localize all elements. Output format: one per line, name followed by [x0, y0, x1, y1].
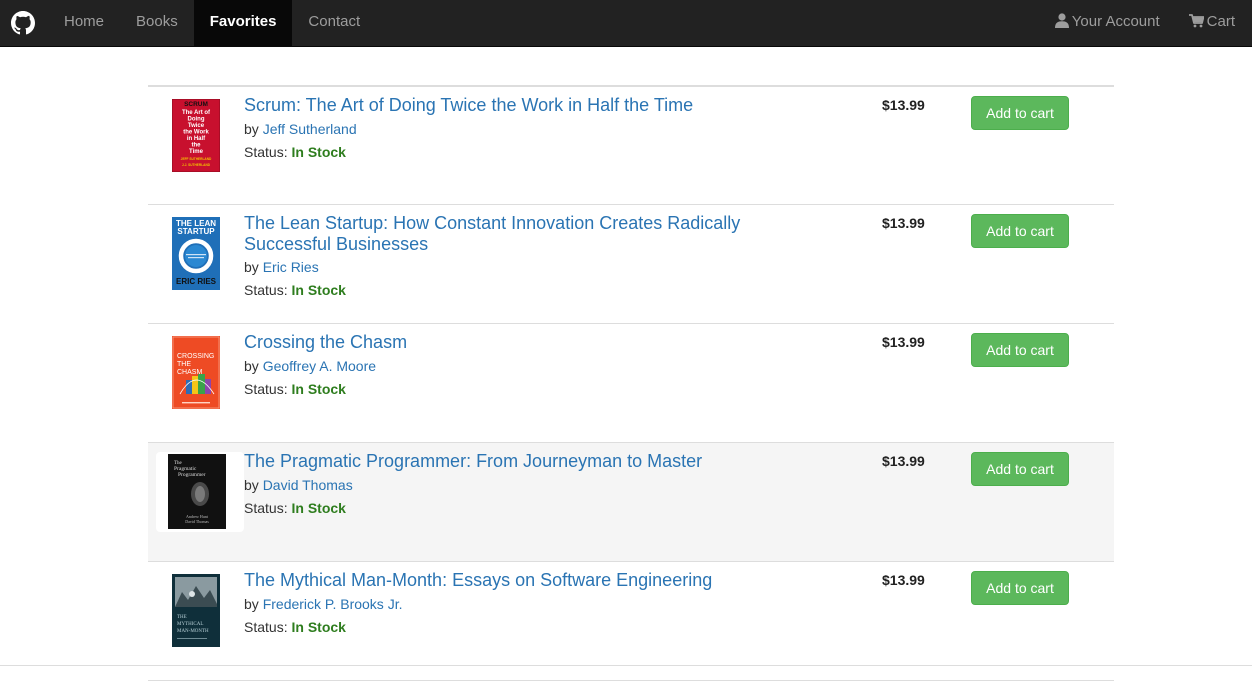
by-label: by — [244, 358, 259, 374]
nav-books[interactable]: Books — [120, 0, 194, 46]
list-bottom-divider — [0, 665, 1252, 666]
shopping-cart-icon — [1188, 14, 1204, 28]
nav-contact[interactable]: Contact — [292, 0, 376, 46]
main-nav: Home Books Favorites Contact — [48, 0, 376, 46]
add-to-cart-button[interactable]: Add to cart — [971, 333, 1069, 367]
by-label: by — [244, 596, 259, 612]
top-navbar: Home Books Favorites Contact Your Accoun… — [0, 0, 1252, 47]
book-cover-frame: The Pragmatic Programmer Andrew Hunt Dav… — [156, 452, 244, 532]
in-stock-badge: In Stock — [291, 381, 346, 397]
book-cover-pragmatic-programmer[interactable]: The Pragmatic Programmer Andrew Hunt Dav… — [168, 454, 226, 529]
in-stock-badge: In Stock — [291, 282, 346, 298]
nav-your-account[interactable]: Your Account — [1041, 0, 1175, 46]
nav-cart[interactable]: Cart — [1175, 0, 1252, 46]
svg-text:THE: THE — [177, 361, 191, 368]
svg-text:David Thomas: David Thomas — [185, 519, 209, 524]
by-label: by — [244, 121, 259, 137]
book-price: $13.99 — [882, 215, 925, 231]
svg-text:in Half: in Half — [187, 136, 206, 142]
svg-text:The Art of: The Art of — [182, 110, 211, 116]
author-link[interactable]: Jeff Sutherland — [263, 121, 357, 137]
svg-text:CROSSING: CROSSING — [177, 353, 214, 360]
book-row: CROSSING THE CHASM Crossing the Chasm by… — [148, 324, 1114, 443]
account-nav: Your Account Cart — [1041, 0, 1252, 46]
nav-home[interactable]: Home — [48, 0, 120, 46]
svg-text:MYTHICAL: MYTHICAL — [177, 622, 203, 627]
book-cover-frame: SCRUM The Art of Doing Twice the Work in… — [156, 96, 244, 176]
book-cover-frame: CROSSING THE CHASM — [156, 333, 244, 413]
svg-text:J.J. SUTHERLAND: J.J. SUTHERLAND — [182, 163, 211, 167]
cart-label: Cart — [1206, 13, 1235, 30]
svg-text:ERIC RIES: ERIC RIES — [176, 277, 217, 286]
by-label: by — [244, 477, 259, 493]
add-to-cart-button[interactable]: Add to cart — [971, 214, 1069, 248]
in-stock-badge: In Stock — [291, 500, 346, 516]
status-label: Status: — [244, 144, 288, 160]
svg-text:Twice: Twice — [188, 123, 205, 129]
book-price: $13.99 — [882, 453, 925, 469]
book-cover-frame: THE MYTHICAL MAN-MONTH — [156, 571, 244, 651]
book-cover-lean-startup[interactable]: THE LEAN STARTUP ERIC RIES — [172, 217, 220, 290]
book-status: Status: In Stock — [244, 282, 346, 298]
author-link[interactable]: Frederick P. Brooks Jr. — [263, 596, 403, 612]
book-row: SCRUM The Art of Doing Twice the Work in… — [148, 87, 1114, 205]
svg-text:the: the — [192, 143, 202, 149]
book-byline: by Jeff Sutherland — [244, 121, 357, 137]
nav-favorites[interactable]: Favorites — [193, 0, 293, 46]
book-row: THE MYTHICAL MAN-MONTH The Mythical Man-… — [148, 562, 1114, 681]
svg-text:Doing: Doing — [188, 117, 205, 123]
github-icon[interactable] — [11, 11, 35, 35]
add-to-cart-button[interactable]: Add to cart — [971, 96, 1069, 130]
author-link[interactable]: Geoffrey A. Moore — [263, 358, 376, 374]
book-title-link[interactable]: The Pragmatic Programmer: From Journeyma… — [244, 451, 804, 472]
favorites-book-list: SCRUM The Art of Doing Twice the Work in… — [148, 85, 1114, 681]
svg-text:STARTUP: STARTUP — [177, 227, 215, 236]
svg-text:SCRUM: SCRUM — [184, 101, 208, 108]
book-status: Status: In Stock — [244, 500, 346, 516]
book-price: $13.99 — [882, 334, 925, 350]
book-price: $13.99 — [882, 572, 925, 588]
svg-text:the Work: the Work — [183, 130, 209, 136]
author-link[interactable]: Eric Ries — [263, 259, 319, 275]
status-label: Status: — [244, 500, 288, 516]
book-status: Status: In Stock — [244, 619, 346, 635]
book-byline: by Geoffrey A. Moore — [244, 358, 376, 374]
book-price: $13.99 — [882, 97, 925, 113]
svg-text:Programmer: Programmer — [178, 472, 206, 478]
book-cover-crossing-the-chasm[interactable]: CROSSING THE CHASM — [172, 336, 220, 409]
in-stock-badge: In Stock — [291, 144, 346, 160]
your-account-label: Your Account — [1071, 13, 1160, 30]
svg-text:JEFF SUTHERLAND: JEFF SUTHERLAND — [181, 157, 212, 161]
status-label: Status: — [244, 282, 288, 298]
by-label: by — [244, 259, 259, 275]
book-byline: by Frederick P. Brooks Jr. — [244, 596, 402, 612]
book-cover-frame: THE LEAN STARTUP ERIC RIES — [156, 214, 244, 294]
add-to-cart-button[interactable]: Add to cart — [971, 571, 1069, 605]
svg-text:MAN-MONTH: MAN-MONTH — [177, 629, 209, 634]
book-status: Status: In Stock — [244, 144, 346, 160]
book-title-link[interactable]: Crossing the Chasm — [244, 332, 804, 353]
in-stock-badge: In Stock — [291, 619, 346, 635]
book-row: The Pragmatic Programmer Andrew Hunt Dav… — [148, 443, 1114, 562]
status-label: Status: — [244, 381, 288, 397]
svg-text:Time: Time — [189, 149, 204, 155]
book-title-link[interactable]: Scrum: The Art of Doing Twice the Work i… — [244, 95, 804, 116]
book-byline: by David Thomas — [244, 477, 353, 493]
book-byline: by Eric Ries — [244, 259, 319, 275]
author-link[interactable]: David Thomas — [263, 477, 353, 493]
book-title-link[interactable]: The Mythical Man-Month: Essays on Softwa… — [244, 570, 804, 591]
add-to-cart-button[interactable]: Add to cart — [971, 452, 1069, 486]
book-row: THE LEAN STARTUP ERIC RIES The Lean Star… — [148, 205, 1114, 324]
book-status: Status: In Stock — [244, 381, 346, 397]
book-title-link[interactable]: The Lean Startup: How Constant Innovatio… — [244, 213, 804, 255]
book-cover-scrum[interactable]: SCRUM The Art of Doing Twice the Work in… — [172, 99, 220, 172]
svg-text:THE: THE — [177, 615, 187, 620]
status-label: Status: — [244, 619, 288, 635]
user-icon — [1054, 13, 1069, 28]
book-cover-mythical-man-month[interactable]: THE MYTHICAL MAN-MONTH — [172, 574, 220, 647]
